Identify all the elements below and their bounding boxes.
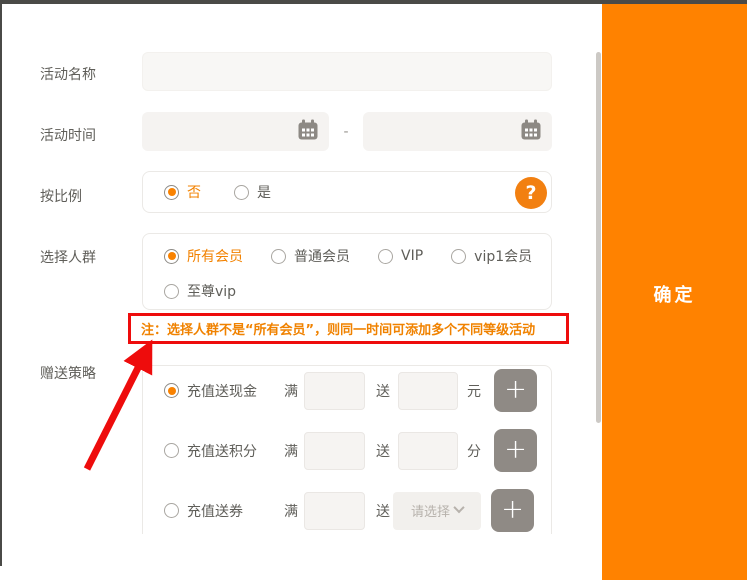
crowd-option-label: 至尊vip bbox=[187, 281, 236, 301]
radio-unselected-icon bbox=[164, 284, 179, 299]
cash-threshold-input[interactable] bbox=[304, 372, 365, 410]
crowd-option-vip[interactable]: VIP bbox=[378, 248, 423, 264]
strategy-name-label: 充值送券 bbox=[187, 501, 284, 521]
calendar-icon bbox=[296, 118, 320, 146]
cash-gift-input[interactable] bbox=[398, 372, 458, 410]
date-range-separator: - bbox=[338, 124, 354, 140]
ratio-option-no-label: 否 bbox=[187, 182, 201, 202]
radio-unselected-icon bbox=[378, 249, 393, 264]
dropdown-placeholder: 请选择 bbox=[411, 501, 450, 520]
crowd-option-label: 普通会员 bbox=[294, 246, 350, 266]
add-points-rule-button[interactable]: + bbox=[494, 429, 537, 472]
by-ratio-label: 按比例 bbox=[40, 186, 82, 206]
radio-unselected-icon bbox=[451, 249, 466, 264]
strategy-label: 赠送策略 bbox=[40, 363, 96, 383]
crowd-label: 选择人群 bbox=[40, 247, 96, 267]
give-label: 送 bbox=[376, 381, 390, 401]
radio-unselected-icon[interactable] bbox=[164, 443, 179, 458]
crowd-option-label: VIP bbox=[401, 248, 423, 264]
radio-selected-icon[interactable] bbox=[164, 383, 179, 398]
crowd-option-supreme-vip[interactable]: 至尊vip bbox=[164, 281, 236, 301]
coupon-threshold-input[interactable] bbox=[304, 492, 365, 530]
confirm-panel: 确定 bbox=[602, 0, 747, 580]
crowd-group: 所有会员 普通会员 VIP vip1会员 至尊vip bbox=[142, 233, 552, 310]
end-date-picker[interactable] bbox=[363, 112, 552, 151]
strategy-row-cash: 充值送现金 满 送 元 + bbox=[164, 369, 537, 412]
unit-label: 元 bbox=[467, 381, 481, 401]
crowd-option-label: 所有会员 bbox=[187, 246, 243, 266]
confirm-button[interactable]: 确定 bbox=[602, 281, 747, 307]
start-date-picker[interactable] bbox=[142, 112, 329, 151]
by-ratio-group: 否 是 ? bbox=[142, 171, 552, 213]
radio-unselected-icon bbox=[234, 185, 249, 200]
activity-name-input[interactable] bbox=[142, 52, 552, 91]
crowd-option-normal-members[interactable]: 普通会员 bbox=[271, 246, 350, 266]
crowd-option-vip1[interactable]: vip1会员 bbox=[451, 246, 532, 266]
activity-name-label: 活动名称 bbox=[40, 64, 96, 84]
crowd-option-label: vip1会员 bbox=[474, 246, 532, 266]
points-gift-input[interactable] bbox=[398, 432, 458, 470]
activity-time-label: 活动时间 bbox=[40, 125, 96, 145]
chevron-down-icon bbox=[453, 501, 464, 512]
ratio-option-no[interactable]: 否 bbox=[164, 182, 201, 202]
full-label: 满 bbox=[284, 381, 298, 401]
plus-icon: + bbox=[504, 436, 527, 463]
ratio-option-yes-label: 是 bbox=[257, 182, 271, 202]
help-icon[interactable]: ? bbox=[515, 177, 547, 209]
radio-unselected-icon[interactable] bbox=[164, 503, 179, 518]
window-left-edge bbox=[0, 4, 2, 566]
strategy-name-label: 充值送积分 bbox=[187, 441, 284, 461]
plus-icon: + bbox=[501, 496, 524, 523]
annotation-highlight-box: 注：选择人群不是“所有会员”，则同一时间可添加多个不同等级活动 bbox=[128, 313, 569, 344]
coupon-select-dropdown[interactable]: 请选择 bbox=[393, 492, 481, 530]
unit-label: 分 bbox=[467, 441, 481, 461]
calendar-icon bbox=[519, 118, 543, 146]
points-threshold-input[interactable] bbox=[304, 432, 365, 470]
window-top-edge bbox=[0, 0, 747, 4]
strategy-group: 充值送现金 满 送 元 + 充值送积分 满 送 分 + 充值送券 满 送 请选择… bbox=[142, 365, 552, 534]
scrollbar-thumb[interactable] bbox=[596, 52, 601, 423]
add-coupon-rule-button[interactable]: + bbox=[491, 489, 534, 532]
plus-icon: + bbox=[504, 376, 527, 403]
full-label: 满 bbox=[284, 501, 298, 521]
add-cash-rule-button[interactable]: + bbox=[494, 369, 537, 412]
radio-selected-icon bbox=[164, 185, 179, 200]
note-text: 注：选择人群不是“所有会员”，则同一时间可添加多个不同等级活动 bbox=[141, 319, 535, 338]
strategy-row-coupon: 充值送券 满 送 请选择 + bbox=[164, 489, 534, 532]
give-label: 送 bbox=[376, 501, 390, 521]
strategy-name-label: 充值送现金 bbox=[187, 381, 284, 401]
radio-selected-icon bbox=[164, 249, 179, 264]
crowd-option-all-members[interactable]: 所有会员 bbox=[164, 246, 243, 266]
full-label: 满 bbox=[284, 441, 298, 461]
give-label: 送 bbox=[376, 441, 390, 461]
radio-unselected-icon bbox=[271, 249, 286, 264]
strategy-row-points: 充值送积分 满 送 分 + bbox=[164, 429, 537, 472]
ratio-option-yes[interactable]: 是 bbox=[234, 182, 271, 202]
